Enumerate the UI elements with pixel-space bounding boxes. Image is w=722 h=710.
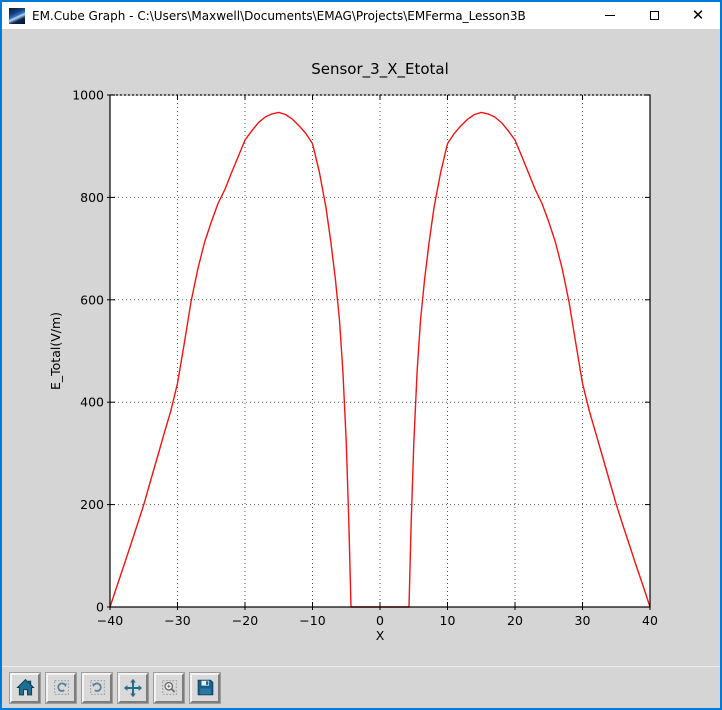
save-button[interactable] — [190, 672, 220, 703]
zoom-rect-icon — [161, 680, 177, 695]
plot-toolbar — [2, 666, 720, 708]
app-icon — [9, 7, 25, 24]
maximize-icon — [649, 11, 659, 20]
window-title: EM.Cube Graph - C:\Users\Maxwell\Documen… — [32, 8, 526, 23]
home-icon — [15, 678, 35, 696]
y-tick-label: 0 — [96, 600, 104, 615]
pan-icon — [123, 678, 143, 697]
y-axis-label: E_Total(V/m) — [48, 312, 63, 390]
y-tick-label: 400 — [80, 395, 104, 410]
zoom-button[interactable] — [154, 672, 184, 703]
y-tick-label: 800 — [80, 190, 104, 205]
y-tick-label: 200 — [80, 497, 104, 512]
back-button[interactable] — [46, 672, 76, 703]
x-tick-label: −30 — [164, 613, 190, 628]
titlebar: EM.Cube Graph - C:\Users\Maxwell\Documen… — [2, 2, 720, 29]
x-tick-label: 0 — [376, 613, 384, 628]
close-icon: ✕ — [691, 6, 705, 24]
y-tick-label: 600 — [80, 292, 104, 307]
close-button[interactable]: ✕ — [676, 2, 720, 29]
x-tick-label: 30 — [575, 613, 591, 628]
x-tick-label: −20 — [232, 613, 258, 628]
chart-title: Sensor_3_X_Etotal — [311, 60, 449, 79]
maximize-button[interactable] — [632, 2, 676, 29]
x-tick-label: 10 — [440, 613, 456, 628]
x-tick-label: 40 — [642, 613, 658, 628]
figure-area: Sensor_3_X_Etotal X E_Total(V/m) −40 −30 −… — [2, 29, 720, 666]
window-controls: ✕ — [588, 2, 720, 29]
x-tick-label: −10 — [299, 613, 325, 628]
forward-icon — [89, 680, 105, 695]
save-icon — [197, 679, 213, 696]
back-icon — [53, 680, 69, 695]
forward-button[interactable] — [82, 672, 112, 703]
y-tick-label: 1000 — [72, 88, 104, 103]
x-axis-label: X — [376, 628, 385, 643]
x-tick-label: −40 — [97, 613, 123, 628]
pan-button[interactable] — [118, 672, 148, 703]
x-tick-label: 20 — [507, 613, 523, 628]
plot-canvas[interactable]: Sensor_3_X_Etotal X E_Total(V/m) −40 −30 −… — [2, 29, 720, 666]
minimize-button[interactable] — [588, 2, 632, 29]
minimize-icon — [605, 15, 615, 16]
home-button[interactable] — [10, 672, 40, 703]
app-window: EM.Cube Graph - C:\Users\Maxwell\Documen… — [0, 0, 722, 710]
